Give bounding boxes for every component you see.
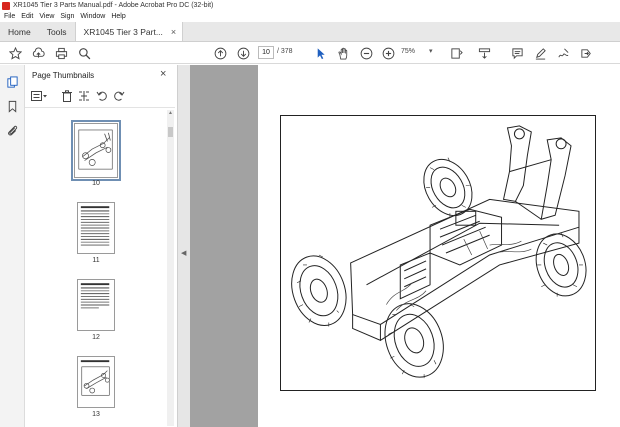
tab-home[interactable]: Home <box>0 22 39 41</box>
thumbnail-page-12[interactable] <box>77 279 115 331</box>
document-page <box>258 65 620 427</box>
bookmark-icon[interactable] <box>6 100 19 113</box>
zoom-in-icon[interactable] <box>381 46 395 60</box>
navigation-rail <box>0 65 25 427</box>
thumbnail-label: 12 <box>92 334 100 341</box>
illustration-frame <box>280 115 596 391</box>
tab-document[interactable]: XR1045 Tier 3 Part... × <box>74 22 184 41</box>
sign-icon[interactable] <box>556 46 570 60</box>
prev-page-icon[interactable] <box>213 46 227 60</box>
thumbnail-page-10[interactable] <box>71 120 121 181</box>
thumbnail-label: 10 <box>92 180 100 187</box>
panel-toolbar <box>25 87 178 105</box>
menu-file[interactable]: File <box>4 13 15 20</box>
menu-help[interactable]: Help <box>111 13 125 20</box>
select-cursor-icon[interactable] <box>313 46 327 60</box>
search-icon[interactable] <box>77 46 91 60</box>
highlight-pen-icon[interactable] <box>533 46 547 60</box>
machine-chassis-illustration <box>291 125 587 379</box>
page-total: / 378 <box>277 48 293 55</box>
hand-tool-icon[interactable] <box>336 46 350 60</box>
menu-sign[interactable]: Sign <box>60 13 74 20</box>
tab-tools[interactable]: Tools <box>39 22 75 41</box>
zoom-level[interactable]: 75% <box>401 48 415 55</box>
panel-close-icon[interactable]: × <box>160 68 166 80</box>
thumbnails-scrollbar[interactable]: ▲ <box>167 110 174 426</box>
next-page-icon[interactable] <box>236 46 250 60</box>
tab-bar: Home Tools XR1045 Tier 3 Part... × <box>0 22 620 42</box>
thumbnail-label: 11 <box>92 257 100 264</box>
acrobat-app-icon <box>2 1 10 10</box>
print-icon[interactable] <box>54 46 68 60</box>
scroll-thumb[interactable] <box>168 127 173 137</box>
scroll-up-icon[interactable]: ▲ <box>167 110 174 117</box>
zoom-out-icon[interactable] <box>359 46 373 60</box>
window-title: XR1045 Tier 3 Parts Manual.pdf - Adobe A… <box>13 2 214 9</box>
share-icon[interactable] <box>579 46 593 60</box>
panel-title: Page Thumbnails <box>32 71 95 80</box>
upload-cloud-icon[interactable] <box>31 46 45 60</box>
panel-splitter[interactable]: ◀ <box>178 65 190 427</box>
scroll-mode-icon[interactable] <box>477 46 491 60</box>
document-viewer[interactable] <box>190 65 620 427</box>
menu-bar: File Edit View Sign Window Help <box>0 11 620 22</box>
page-thumbnails-panel: Page Thumbnails × 10 11 12 13 <box>25 65 178 427</box>
rotate-left-icon[interactable] <box>96 90 108 102</box>
options-menu-icon[interactable] <box>31 90 47 102</box>
attachment-icon[interactable] <box>6 124 19 137</box>
panel-divider <box>25 107 175 108</box>
thumbnail-page-11[interactable] <box>77 202 115 254</box>
delete-page-icon[interactable] <box>61 90 73 102</box>
zoom-dropdown-icon[interactable]: ▾ <box>429 47 433 55</box>
extract-pages-icon[interactable] <box>78 90 90 102</box>
title-bar: XR1045 Tier 3 Parts Manual.pdf - Adobe A… <box>0 0 620 11</box>
menu-edit[interactable]: Edit <box>21 13 33 20</box>
page-thumbnails-icon[interactable] <box>6 76 19 89</box>
page-number-input[interactable]: 10 <box>258 46 274 59</box>
menu-window[interactable]: Window <box>80 13 105 20</box>
comment-icon[interactable] <box>510 46 524 60</box>
page-fit-icon[interactable] <box>449 46 463 60</box>
toolbar <box>0 42 620 64</box>
thumbnail-page-13[interactable] <box>77 356 115 408</box>
tab-close-icon[interactable]: × <box>171 27 176 37</box>
menu-view[interactable]: View <box>39 13 54 20</box>
tab-document-label: XR1045 Tier 3 Part... <box>83 26 163 37</box>
star-icon[interactable] <box>8 46 22 60</box>
thumbnail-label: 13 <box>92 411 100 418</box>
rotate-right-icon[interactable] <box>113 90 125 102</box>
collapse-panel-icon[interactable]: ◀ <box>181 249 186 257</box>
